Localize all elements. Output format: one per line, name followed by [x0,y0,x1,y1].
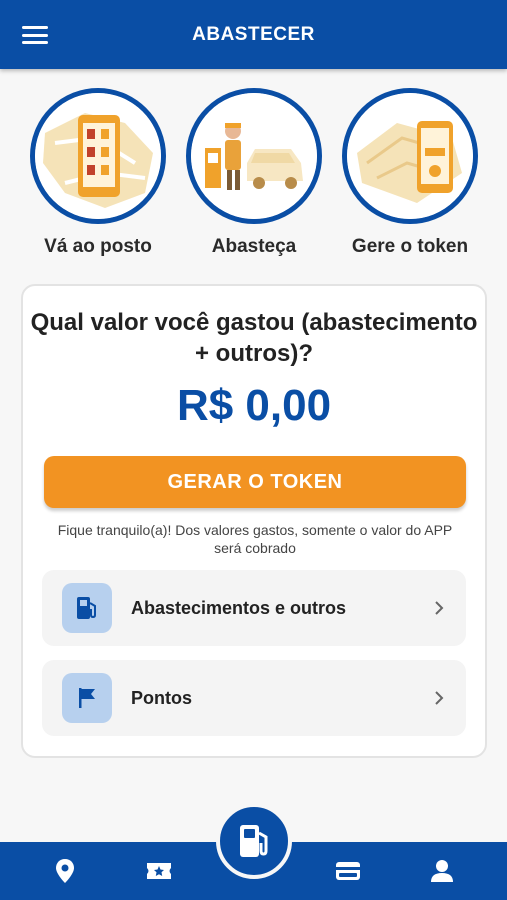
billing-note: Fique tranquilo(a)! Dos valores gastos, … [57,522,453,556]
step-label: Vá ao posto [44,236,152,257]
step-generate-token: Gere o token [330,88,490,258]
list-item-label: Pontos [131,687,192,708]
flag-icon [62,673,112,723]
list-item-label: Abastecimentos e outros [131,597,347,618]
list-item-refuels-and-others[interactable]: Abastecimentos e outros [42,570,466,646]
attendant-car-illustration [186,88,322,224]
hamburger-menu-icon[interactable] [22,26,48,44]
fuel-pump-icon [62,583,112,633]
step-refuel: Abasteça [174,88,334,258]
phone-map-illustration [30,88,166,224]
wallet-icon[interactable] [333,856,363,886]
step-go-to-station: Vá ao posto [18,88,178,258]
chevron-right-icon [435,601,444,615]
generate-token-button[interactable]: GERAR O TOKEN [44,456,466,508]
top-app-bar: ABASTECER [0,0,507,69]
chevron-right-icon [435,691,444,705]
step-label: Gere o token [351,236,469,257]
fuel-pump-icon [240,825,268,857]
refuel-card: Qual valor você gastou (abastecimento + … [21,284,487,758]
phone-token-illustration [342,88,478,224]
location-pin-icon[interactable] [50,856,80,886]
amount-question: Qual valor você gastou (abastecimento + … [30,309,478,367]
step-label: Abasteça [211,236,297,257]
list-item-points[interactable]: Pontos [42,660,466,736]
amount-value[interactable]: R$ 0,00 [23,381,485,431]
steps-row: Vá ao posto Abasteça Gere o token [0,88,507,263]
page-title: ABASTECER [192,23,315,45]
ticket-star-icon[interactable] [144,856,174,886]
user-icon[interactable] [427,856,457,886]
refuel-fab-button[interactable] [216,803,292,879]
